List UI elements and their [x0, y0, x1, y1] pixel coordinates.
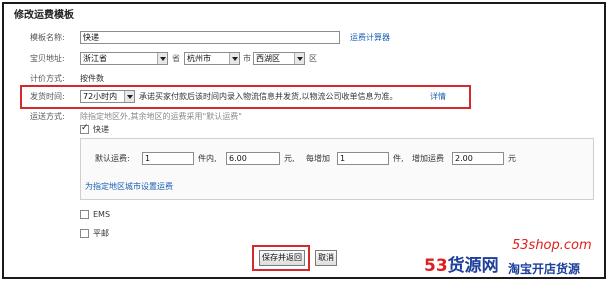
item-location-label: 宝贝地址: [30, 54, 65, 63]
extra-qty-unit: 件, [393, 154, 404, 163]
watermark-domain: 53shop.com [512, 238, 592, 253]
surface-mail-checkbox[interactable] [80, 229, 89, 238]
chevron-down-icon [157, 53, 167, 64]
surface-mail-label: 平邮 [93, 229, 109, 238]
watermark-brand-text: 货源网 [447, 256, 499, 276]
watermark-slogan: 淘宝开店货源 [508, 262, 581, 276]
first-qty-input[interactable] [142, 152, 194, 165]
province-select[interactable]: 浙江省 [80, 52, 168, 65]
district-value: 西湖区 [256, 54, 280, 63]
first-fee-unit: 元, [284, 154, 295, 163]
default-fee-label: 默认运费: [95, 154, 130, 163]
extra-qty-input[interactable] [337, 152, 389, 165]
ship-time-select[interactable]: 72小时内 [80, 90, 135, 103]
template-name-input[interactable] [80, 31, 340, 44]
city-unit: 市 [243, 54, 251, 63]
shipping-method-label: 运送方式: [30, 112, 65, 121]
shipping-method-note: 除指定地区外,其余地区的运费采用"默认运费" [80, 112, 242, 121]
ship-time-note: 承诺买家付款后该时间内录入物流信息并发货,以物流公司收单信息为准。 [139, 92, 398, 101]
ship-time-label: 发货时间: [30, 92, 65, 101]
watermark-brand-num: 53 [424, 256, 448, 276]
chevron-down-icon [294, 53, 304, 64]
page-title: 修改运费模板 [14, 10, 74, 21]
watermark-brand: 53货源网 [424, 256, 499, 276]
ship-time-value: 72小时内 [83, 92, 118, 101]
ems-label: EMS [93, 210, 111, 219]
province-unit: 省 [172, 54, 180, 63]
district-unit: 区 [309, 54, 317, 63]
first-fee-input[interactable] [226, 152, 280, 165]
city-value: 杭州市 [187, 54, 211, 63]
save-and-return-button[interactable]: 保存并返回 [259, 250, 305, 266]
express-checkbox[interactable] [80, 123, 89, 134]
chevron-down-icon [229, 53, 239, 64]
district-select[interactable]: 西湖区 [253, 52, 305, 65]
pricing-method-label: 计价方式: [30, 74, 65, 83]
province-value: 浙江省 [83, 54, 107, 63]
ems-checkbox[interactable] [80, 210, 89, 219]
extra-each-label: 每增加 [306, 154, 330, 163]
express-label: 快递 [93, 125, 109, 134]
cancel-button[interactable]: 取消 [315, 250, 337, 266]
extra-fee-label: 增加运费 [412, 154, 444, 163]
template-name-label: 模板名称: [30, 33, 65, 42]
set-region-fee-link[interactable]: 为指定地区城市设置运费 [85, 181, 173, 193]
freight-calculator-link[interactable]: 运费计算器 [350, 32, 390, 44]
first-qty-unit: 件内, [198, 154, 217, 163]
chevron-down-icon [124, 91, 134, 102]
extra-fee-unit: 元 [508, 154, 516, 163]
ship-time-details-link[interactable]: 详情 [430, 91, 446, 103]
pricing-method-value: 按件数 [80, 74, 104, 83]
extra-fee-input[interactable] [452, 152, 504, 165]
city-select[interactable]: 杭州市 [184, 52, 240, 65]
